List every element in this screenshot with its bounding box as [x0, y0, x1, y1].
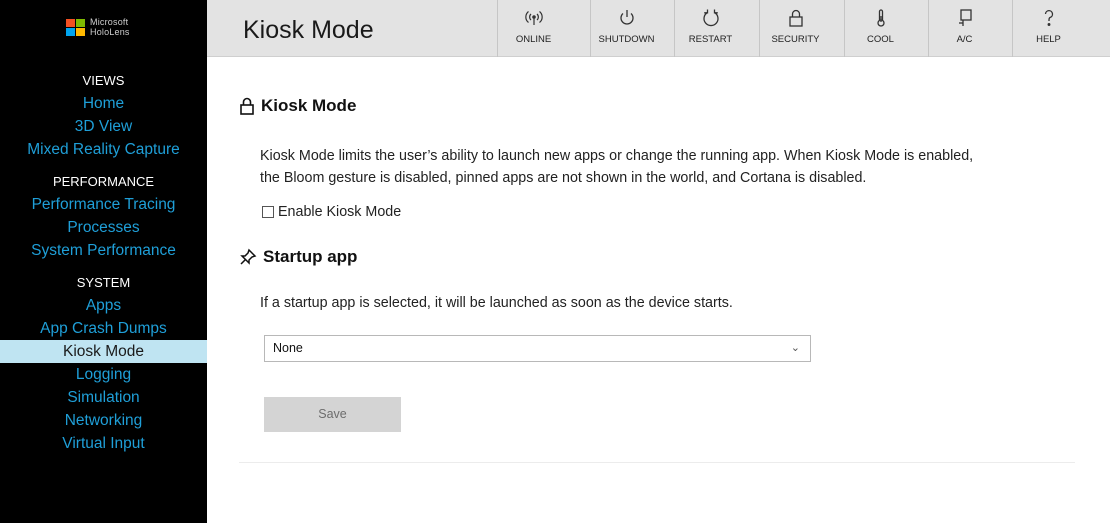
- sidebar-item-networking[interactable]: Networking: [0, 409, 207, 432]
- help-button[interactable]: HELP: [1012, 0, 1084, 57]
- sidebar-item-virtual-input[interactable]: Virtual Input: [0, 432, 207, 455]
- main-content: Kiosk Mode Kiosk Mode limits the user’s …: [207, 58, 1110, 523]
- kiosk-mode-heading: Kiosk Mode: [239, 96, 356, 116]
- lock-icon: [760, 0, 831, 28]
- cool-label: COOL: [867, 34, 894, 45]
- sidebar-item-kiosk-mode[interactable]: Kiosk Mode: [0, 340, 207, 363]
- online-label: ONLINE: [515, 34, 552, 45]
- top-bar: Kiosk Mode ONLINE SHUTDOWN RESTART SECUR…: [207, 0, 1110, 57]
- nav-header-performance: PERFORMANCE: [52, 174, 155, 189]
- power-icon: [591, 0, 662, 28]
- security-label: SECURITY: [771, 34, 820, 45]
- security-button[interactable]: SECURITY: [759, 0, 831, 57]
- enable-kiosk-mode-checkbox[interactable]: Enable Kiosk Mode: [262, 204, 401, 220]
- ac-label: A/C: [956, 34, 973, 45]
- kiosk-mode-description: Kiosk Mode limits the user’s ability to …: [260, 145, 1110, 189]
- wifi-signal-icon: [498, 0, 569, 28]
- startup-app-heading: Startup app: [239, 247, 357, 267]
- plug-icon: [929, 0, 1000, 28]
- enable-kiosk-mode-label: Enable Kiosk Mode: [278, 204, 402, 220]
- startup-app-description: If a startup app is selected, it will be…: [260, 295, 733, 311]
- kiosk-description-line1: Kiosk Mode limits the user’s ability to …: [260, 148, 974, 164]
- restart-icon: [675, 0, 746, 28]
- sidebar-item-simulation[interactable]: Simulation: [0, 386, 207, 409]
- kiosk-mode-title: Kiosk Mode: [261, 96, 357, 115]
- restart-label: RESTART: [688, 34, 733, 45]
- sidebar-item-apps[interactable]: Apps: [0, 294, 207, 317]
- sidebar: Microsoft HoloLens VIEWS Home 3D View Mi…: [0, 0, 207, 523]
- online-button[interactable]: ONLINE: [497, 0, 569, 57]
- sidebar-item-system-performance[interactable]: System Performance: [0, 239, 207, 262]
- kiosk-description-line2: the Bloom gesture is disabled, pinned ap…: [260, 170, 867, 186]
- thermometer-icon: [845, 0, 916, 28]
- page-title: Kiosk Mode: [243, 16, 374, 44]
- sidebar-item-processes[interactable]: Processes: [0, 216, 207, 239]
- help-icon: [1013, 0, 1084, 28]
- nav-header-system: SYSTEM: [76, 275, 131, 290]
- shutdown-button[interactable]: SHUTDOWN: [590, 0, 662, 57]
- logo-line1: Microsoft: [90, 17, 129, 27]
- logo-line2: HoloLens: [90, 27, 130, 37]
- sidebar-item-3d-view[interactable]: 3D View: [0, 115, 207, 138]
- nav-header-views: VIEWS: [82, 73, 125, 88]
- divider: [239, 462, 1075, 463]
- microsoft-hololens-logo: Microsoft HoloLens: [66, 17, 130, 37]
- restart-button[interactable]: RESTART: [674, 0, 746, 57]
- startup-app-selected-value: None: [273, 341, 303, 355]
- startup-app-title: Startup app: [263, 247, 358, 266]
- chevron-down-icon: ⌄: [790, 342, 800, 354]
- sidebar-item-home[interactable]: Home: [0, 92, 207, 115]
- checkbox-box[interactable]: [262, 206, 274, 218]
- cool-button[interactable]: COOL: [844, 0, 916, 57]
- sidebar-item-logging[interactable]: Logging: [0, 363, 207, 386]
- save-button[interactable]: Save: [264, 397, 401, 432]
- sidebar-item-performance-tracing[interactable]: Performance Tracing: [0, 193, 207, 216]
- lock-icon: [240, 97, 254, 115]
- pin-icon: [240, 248, 257, 265]
- ac-button[interactable]: A/C: [928, 0, 1000, 57]
- startup-app-select[interactable]: None ⌄: [264, 335, 811, 362]
- shutdown-label: SHUTDOWN: [598, 34, 655, 45]
- help-label: HELP: [1036, 34, 1061, 45]
- sidebar-item-mixed-reality-capture[interactable]: Mixed Reality Capture: [0, 138, 207, 161]
- sidebar-item-app-crash-dumps[interactable]: App Crash Dumps: [0, 317, 207, 340]
- microsoft-logo-icon: [66, 18, 85, 36]
- sidebar-nav: VIEWS Home 3D View Mixed Reality Capture…: [0, 70, 207, 455]
